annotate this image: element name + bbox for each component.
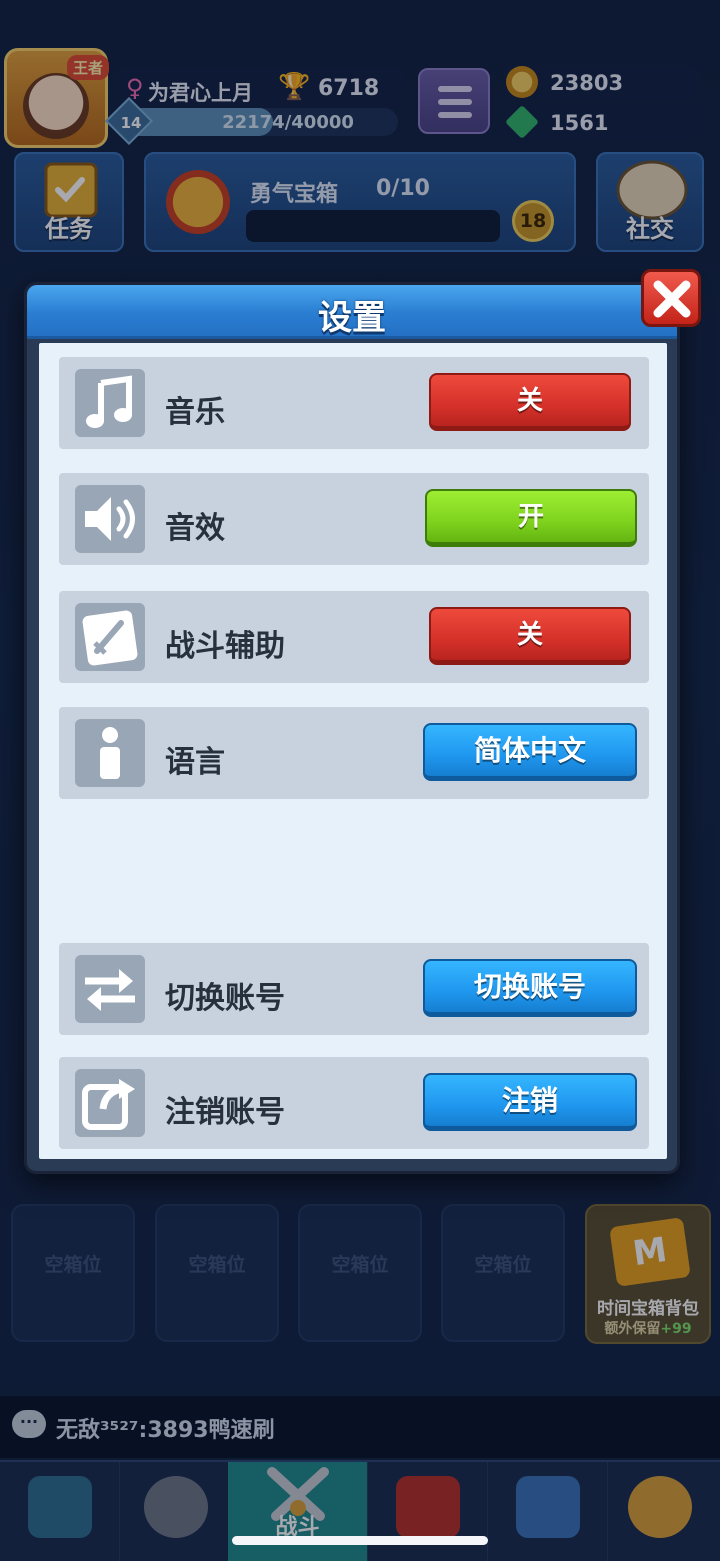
battle-assist-toggle[interactable]: 关 bbox=[429, 607, 631, 665]
setting-row-language: 语言 简体中文 bbox=[59, 707, 649, 799]
language-select-button[interactable]: 简体中文 bbox=[423, 723, 637, 781]
dialog-title: 设置 bbox=[318, 298, 386, 338]
settings-dialog: 设置 音乐 关 音效 开 战斗辅助 关 语言 简体中文 切换账号 切换账号 注销… bbox=[24, 269, 701, 1174]
speaker-icon bbox=[75, 485, 145, 553]
music-note-icon bbox=[75, 369, 145, 437]
setting-row-switch-account: 切换账号 切换账号 bbox=[59, 943, 649, 1035]
dialog-header: 设置 bbox=[27, 285, 677, 339]
close-icon bbox=[653, 280, 691, 318]
swap-arrows-icon bbox=[75, 955, 145, 1023]
setting-label: 切换账号 bbox=[165, 981, 285, 1016]
close-button[interactable] bbox=[641, 269, 701, 327]
setting-row-sound: 音效 开 bbox=[59, 473, 649, 565]
setting-row-logout: 注销账号 注销 bbox=[59, 1057, 649, 1149]
setting-label: 语言 bbox=[165, 745, 225, 780]
setting-row-music: 音乐 关 bbox=[59, 357, 649, 449]
setting-label: 战斗辅助 bbox=[165, 629, 285, 664]
info-icon bbox=[75, 719, 145, 787]
setting-label: 音效 bbox=[165, 511, 225, 546]
share-icon bbox=[75, 1069, 145, 1137]
sword-icon bbox=[75, 603, 145, 671]
setting-label: 注销账号 bbox=[165, 1095, 285, 1130]
music-toggle[interactable]: 关 bbox=[429, 373, 631, 431]
sound-effects-toggle[interactable]: 开 bbox=[425, 489, 637, 547]
settings-list: 音乐 关 音效 开 战斗辅助 关 语言 简体中文 切换账号 切换账号 注销账号 … bbox=[39, 343, 667, 1159]
switch-account-button[interactable]: 切换账号 bbox=[423, 959, 637, 1017]
logout-button[interactable]: 注销 bbox=[423, 1073, 637, 1131]
setting-label: 音乐 bbox=[165, 395, 225, 430]
home-indicator[interactable] bbox=[232, 1536, 488, 1545]
setting-row-battle-assist: 战斗辅助 关 bbox=[59, 591, 649, 683]
